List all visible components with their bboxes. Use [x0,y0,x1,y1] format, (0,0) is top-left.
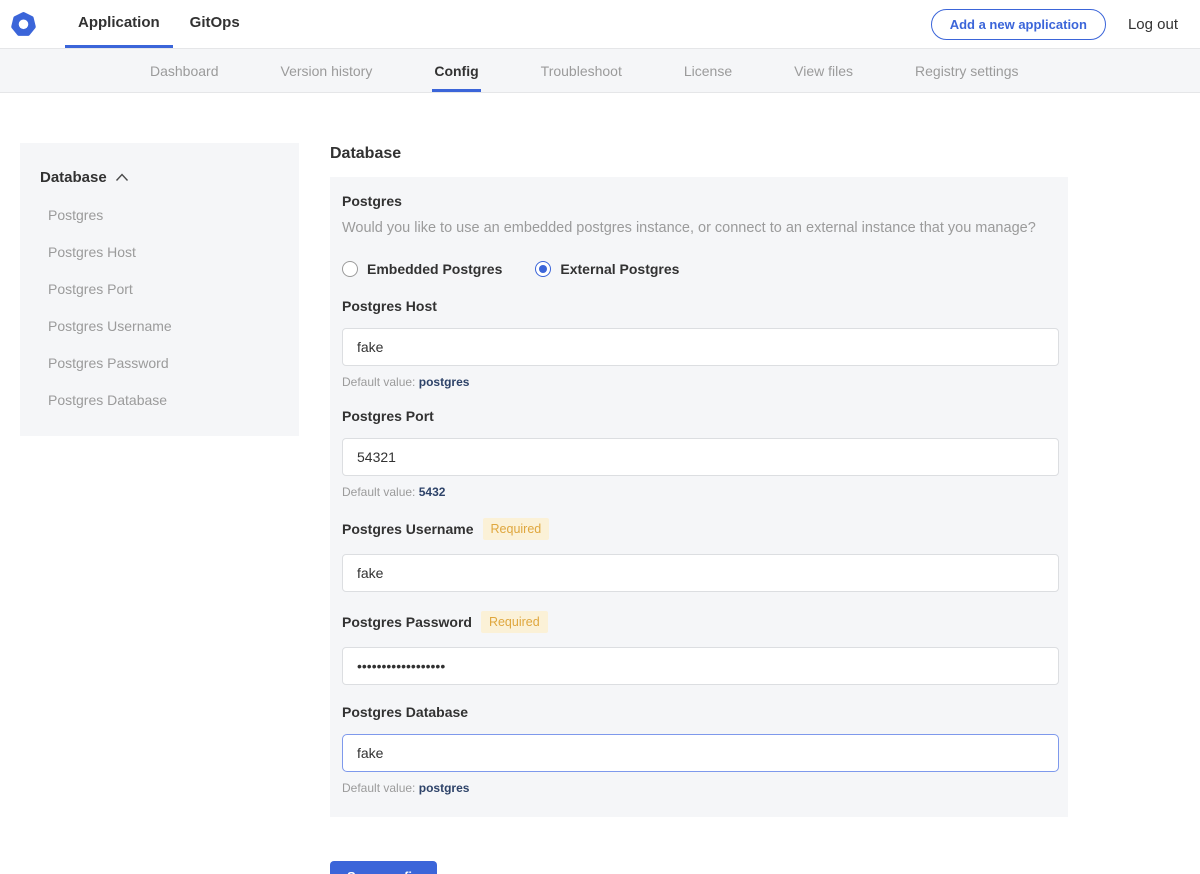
default-value-note: Default value: 5432 [342,485,1057,499]
subnav-tab-view-files[interactable]: View files [792,49,855,92]
default-value-prefix: Default value: [342,781,415,795]
subnav-tab-label: Dashboard [150,63,219,79]
sidebar-item-postgres-host[interactable]: Postgres Host [40,244,283,260]
field-label-text: Postgres Database [342,704,468,720]
group-heading: Postgres [342,193,1057,209]
field-postgres-password: Postgres Password Required [342,611,1057,685]
app-subnav: Dashboard Version history Config Trouble… [0,49,1200,93]
radio-label: External Postgres [560,261,679,277]
subnav-tab-registry-settings[interactable]: Registry settings [913,49,1020,92]
sidebar-group-database[interactable]: Database [40,169,283,186]
header-actions: Add a new application Log out [931,0,1200,48]
subnav-tab-dashboard[interactable]: Dashboard [148,49,221,92]
sidebar-item-postgres[interactable]: Postgres [40,207,283,223]
default-value-text: postgres [419,781,470,795]
subnav-tab-troubleshoot[interactable]: Troubleshoot [539,49,624,92]
default-value-text: 5432 [419,485,446,499]
field-label: Postgres Port [342,408,1057,424]
field-postgres-username: Postgres Username Required [342,518,1057,592]
default-value-text: postgres [419,375,470,389]
subnav-tab-label: View files [794,63,853,79]
postgres-username-input[interactable] [342,554,1059,592]
field-label: Postgres Host [342,298,1057,314]
field-label: Postgres Password Required [342,611,1057,633]
tab-application[interactable]: Application [65,0,173,48]
required-badge: Required [481,611,548,633]
field-label-text: Postgres Port [342,408,434,424]
subnav-tab-license[interactable]: License [682,49,734,92]
required-badge: Required [483,518,550,540]
sidebar-item-postgres-database[interactable]: Postgres Database [40,392,283,408]
postgres-port-input[interactable] [342,438,1059,476]
default-value-note: Default value: postgres [342,375,1057,389]
app-header: Application GitOps Add a new application… [0,0,1200,49]
add-application-button[interactable]: Add a new application [931,9,1106,40]
sidebar-item-postgres-password[interactable]: Postgres Password [40,355,283,371]
radio-unselected-icon [342,261,358,277]
save-config-button[interactable]: Save config [330,861,437,874]
config-page: Database Postgres Postgres Host Postgres… [0,93,1200,874]
postgres-password-input[interactable] [342,647,1059,685]
subnav-tab-config[interactable]: Config [432,49,480,92]
chevron-up-icon [115,173,129,182]
database-config-panel: Postgres Would you like to use an embedd… [330,177,1068,817]
group-help-text: Would you like to use an embedded postgr… [342,220,1057,236]
field-label-text: Postgres Host [342,298,437,314]
config-sidebar: Database Postgres Postgres Host Postgres… [20,143,299,436]
field-label-text: Postgres Password [342,614,472,630]
default-value-prefix: Default value: [342,485,415,499]
postgres-database-input[interactable] [342,734,1059,772]
subnav-tab-label: Troubleshoot [541,63,622,79]
primary-tabs: Application GitOps [65,0,257,48]
sidebar-item-list: Postgres Postgres Host Postgres Port Pos… [40,207,283,408]
default-value-note: Default value: postgres [342,781,1057,795]
subnav-tab-label: Config [434,63,478,79]
subnav-tab-label: License [684,63,732,79]
field-postgres-host: Postgres Host Default value: postgres [342,298,1057,389]
config-main: Database Postgres Would you like to use … [330,143,1068,874]
sidebar-group-title: Database [40,169,107,186]
subnav-tab-label: Registry settings [915,63,1018,79]
field-label: Postgres Username Required [342,518,1057,540]
default-value-prefix: Default value: [342,375,415,389]
logout-link[interactable]: Log out [1128,16,1178,33]
tab-gitops-label: GitOps [190,14,240,31]
subnav-tab-version-history[interactable]: Version history [279,49,375,92]
radio-label: Embedded Postgres [367,261,502,277]
field-postgres-port: Postgres Port Default value: 5432 [342,408,1057,499]
field-postgres-database: Postgres Database Default value: postgre… [342,704,1057,795]
field-label: Postgres Database [342,704,1057,720]
sidebar-item-postgres-username[interactable]: Postgres Username [40,318,283,334]
page-title: Database [330,145,1068,163]
subnav-tab-label: Version history [281,63,373,79]
postgres-host-input[interactable] [342,328,1059,366]
radio-embedded-postgres[interactable]: Embedded Postgres [342,261,502,277]
tab-gitops[interactable]: GitOps [177,0,253,48]
sidebar-item-postgres-port[interactable]: Postgres Port [40,281,283,297]
field-label-text: Postgres Username [342,521,474,537]
radio-selected-icon [535,261,551,277]
app-logo-icon [10,11,37,38]
tab-application-label: Application [78,14,160,31]
postgres-mode-radio-group: Embedded Postgres External Postgres [342,261,1057,277]
radio-external-postgres[interactable]: External Postgres [535,261,679,277]
